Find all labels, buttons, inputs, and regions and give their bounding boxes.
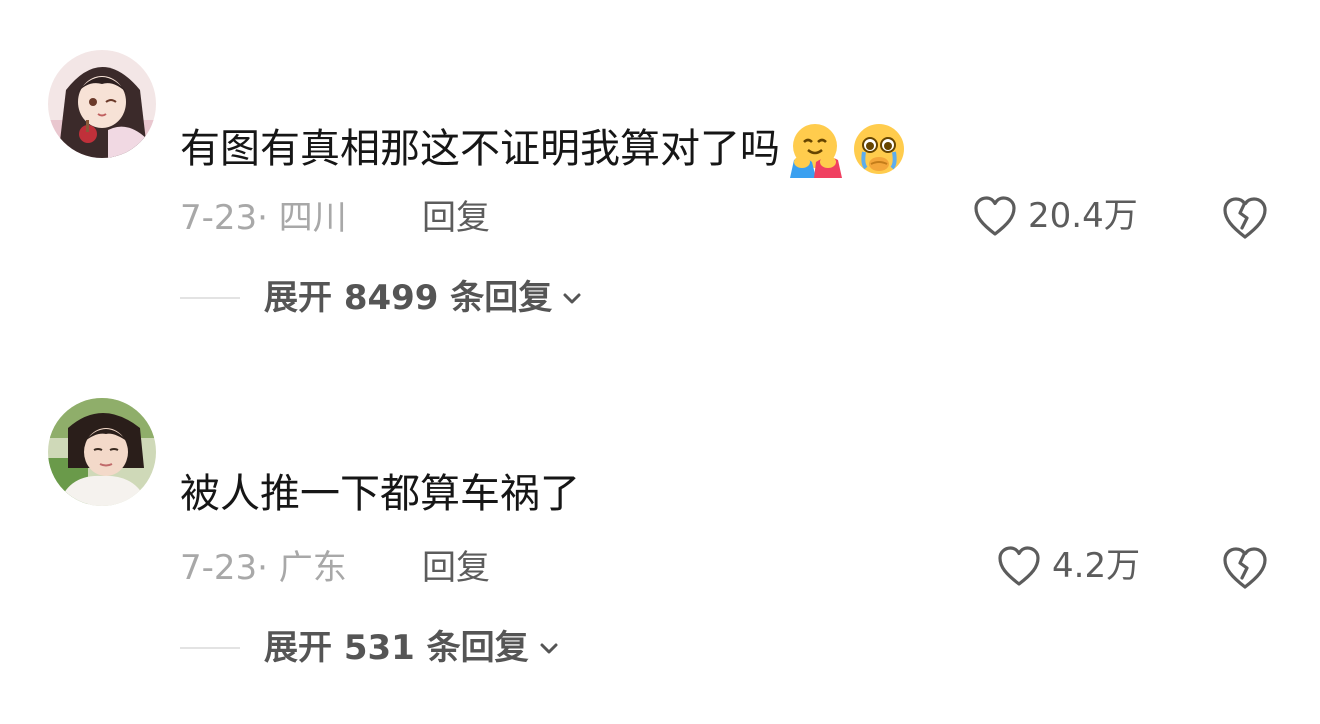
- comment-location: · 广东: [257, 548, 347, 588]
- like-count: 20.4万: [1028, 196, 1138, 236]
- user-avatar[interactable]: [48, 50, 156, 158]
- pleading-crying-face-emoji: [850, 120, 908, 178]
- comment-body: 被人推一下都算车祸了: [180, 471, 580, 517]
- expand-replies-label: 展开 531 条回复: [264, 628, 529, 668]
- user-avatar[interactable]: [48, 398, 156, 506]
- broken-heart-icon: [1223, 547, 1267, 589]
- comment-body: 有图有真相那这不证明我算对了吗: [180, 126, 780, 172]
- divider-line: [180, 297, 240, 299]
- comment-location: · 四川: [257, 198, 347, 238]
- comment-text: 被人推一下都算车祸了: [180, 466, 580, 522]
- expand-replies-label: 展开 8499 条回复: [264, 278, 553, 318]
- heart-outline-icon: [998, 546, 1040, 586]
- comment-meta: 7-23· 四川: [180, 196, 347, 240]
- hugging-face-emoji: [786, 120, 844, 178]
- chevron-down-icon: [560, 286, 584, 310]
- comment-meta: 7-23· 广东: [180, 546, 347, 590]
- reply-button[interactable]: 回复: [422, 546, 490, 590]
- heart-outline-icon: [974, 196, 1016, 236]
- broken-heart-icon: [1223, 197, 1267, 239]
- comment-date: 7-23: [180, 548, 258, 588]
- like-button[interactable]: 4.2万: [996, 544, 1140, 588]
- dislike-button[interactable]: [1220, 545, 1270, 591]
- comment-date: 7-23: [180, 198, 258, 238]
- reply-button[interactable]: 回复: [422, 196, 490, 240]
- comment-text: 有图有真相那这不证明我算对了吗: [180, 120, 908, 178]
- divider-line: [180, 647, 240, 649]
- expand-replies-button[interactable]: 展开 8499 条回复: [180, 276, 584, 320]
- like-button[interactable]: 20.4万: [972, 194, 1138, 238]
- chevron-down-icon: [537, 636, 561, 660]
- like-count: 4.2万: [1052, 546, 1141, 586]
- expand-replies-button[interactable]: 展开 531 条回复: [180, 626, 561, 670]
- dislike-button[interactable]: [1220, 195, 1270, 241]
